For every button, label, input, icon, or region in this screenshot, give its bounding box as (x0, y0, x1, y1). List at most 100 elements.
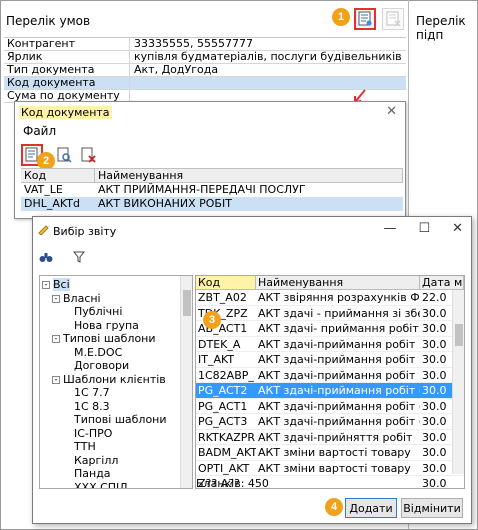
cell-name: АКТ ВИКОНАНИХ РОБІТ (98, 197, 232, 210)
tree-node[interactable]: - Власні (52, 292, 101, 305)
conditions-title: Перелік умов (6, 14, 91, 28)
grid-row[interactable]: Ярлик купівля будматеріалів, послуги буд… (4, 51, 406, 64)
tree-node[interactable]: Типові шаблони (74, 413, 167, 426)
tree-node[interactable]: Публічні (74, 305, 122, 318)
cell-code: DHL_AKTd (24, 197, 80, 210)
tree-node[interactable]: Нова група (74, 319, 139, 332)
tree-node[interactable]: ХХХ СПІЛ (74, 481, 128, 489)
cell-code: IT_AKT (198, 353, 235, 366)
step-badge-1: 1 (332, 8, 350, 26)
list-row[interactable]: PG_ACT3 АКТ здачі-приймання робіт (... 30.… (196, 414, 464, 430)
signers-title: Перелік підп (416, 14, 466, 42)
doc-code-table: Код Найменування VAT_LE АКТ ПРИЙМАННЯ-ПЕ… (21, 168, 403, 211)
list-scrollbar[interactable] (452, 290, 464, 474)
grid-row[interactable]: Контрагент 33335555, 55557777 (4, 38, 406, 51)
delete-document-button[interactable] (77, 144, 99, 166)
tree-node[interactable]: - Шаблони клієнтів (52, 373, 166, 386)
table-header: Код Найменування (21, 169, 403, 183)
cell-name: АКТ здачі-приймання робіт (... (258, 399, 420, 413)
add-button[interactable]: Додати (345, 498, 397, 518)
list-row[interactable]: PG_ACT1 АКТ здачі-приймання робіт (... 30.… (196, 399, 464, 414)
list-row[interactable]: OPTI_AKT АКТ зміни вартості товару 30.0 (196, 461, 464, 476)
grid-key: Тип документа (4, 64, 130, 76)
grid-key: Ярлик (4, 51, 130, 63)
tree-node[interactable]: Каргілл (74, 454, 118, 467)
tree-node[interactable]: ТТН (74, 440, 96, 453)
document-list-icon (358, 11, 372, 26)
close-icon[interactable]: ✕ (386, 104, 397, 119)
scroll-thumb[interactable] (183, 290, 191, 316)
conditions-grid: Контрагент 33335555, 55557777 Ярлик купі… (4, 37, 406, 103)
list-row[interactable]: 1C82ABP_ АКТ здачі-приймання робіт 30.0 (196, 368, 464, 383)
tree-node[interactable]: Договори (74, 359, 129, 372)
cell-code: RKTKAZPR (198, 430, 256, 444)
tree-node[interactable]: - Типові шаблони (52, 332, 156, 345)
list-row[interactable]: AB_ACT1 АКТ здачі- приймання робіт 30.0 (196, 321, 464, 337)
menu-file[interactable]: Файл (23, 124, 56, 138)
maximize-icon[interactable]: ☐ (418, 221, 430, 236)
column-header-date[interactable]: Дата м (420, 276, 464, 289)
list-row-selected[interactable]: PG_ACT2 АКТ здачі-приймання робіт (... 30.… (196, 383, 464, 399)
cell-code: PG_ACT1 (198, 399, 248, 413)
cancel-button[interactable]: Відмінити (401, 498, 463, 518)
report-dialog-title: Вибір звіту (53, 225, 117, 238)
tree-node-root[interactable]: - Всі (42, 278, 70, 291)
cell-code: OPTI_AKT (198, 461, 250, 475)
collapse-icon[interactable]: - (52, 375, 60, 384)
column-header-code[interactable]: Код (21, 169, 95, 182)
step-badge-3: 3 (203, 311, 221, 329)
collapse-icon[interactable]: - (42, 281, 50, 289)
column-header-code[interactable]: Код (196, 276, 256, 289)
list-row[interactable]: RKTKAZPR АКТ здачі-прийняття робіт 30.0 (196, 430, 464, 445)
collapse-icon[interactable]: - (52, 294, 60, 303)
doc-code-dialog: Код документа ✕ Файл 2 Код Найменування … (14, 101, 406, 219)
search-document-button[interactable] (53, 144, 75, 166)
clear-list-button[interactable] (382, 8, 404, 30)
cell-name (256, 476, 420, 488)
cell-name: АКТ зміни вартості товару (258, 446, 411, 459)
cell-name: АКТ здачі- приймання робіт (258, 322, 419, 335)
tree-scrollbar[interactable] (180, 276, 192, 488)
template-count: Бланків: 450 (196, 477, 269, 490)
tree-node[interactable]: 1С 8.3 (74, 400, 110, 413)
open-list-button[interactable] (354, 8, 376, 30)
cell-code: ZBT_A02 (198, 291, 247, 304)
filter-icon[interactable] (73, 251, 85, 263)
column-header-name[interactable]: Найменування (95, 169, 403, 182)
cell-name: АКТ здачі - приймання зі збе... (258, 306, 420, 320)
window-controls: — ☐ ✕ (383, 221, 463, 236)
cell-name: АКТ здачі-прийняття робіт (258, 430, 413, 444)
step-badge-4: 4 (325, 498, 343, 516)
column-header-name[interactable]: Найменування (256, 276, 420, 289)
tree-node[interactable]: IC-ПРО (74, 427, 112, 440)
cell-code: 1C82ABP_ (198, 368, 254, 382)
scroll-thumb[interactable] (455, 324, 463, 346)
cell-name: АКТ здачі-приймання робіт (258, 353, 416, 366)
cell-name: АКТ звіряння розрахунків Ф (258, 291, 420, 304)
pencil-icon (38, 225, 49, 235)
cell-code: BADM_AKT (198, 446, 256, 459)
report-select-dialog: Вибір звіту — ☐ ✕ - Всі - Власні Публічні … (32, 216, 472, 524)
list-row[interactable]: TDK_ZPZ АКТ здачі - приймання зі збе... 30… (196, 306, 464, 321)
cell-name: АКТ ПРИЙМАННЯ-ПЕРЕДАЧІ ПОСЛУГ (98, 183, 306, 196)
cell-name: АКТ здачі-приймання робіт (258, 337, 416, 351)
list-row[interactable]: BADM_AKT АКТ зміни вартості товару 30.0 (196, 445, 464, 461)
tree-node[interactable]: Панда (74, 467, 111, 480)
tree-node[interactable]: M.E.DOC (74, 346, 122, 359)
list-row[interactable]: DTEK_A АКТ здачі-приймання робіт 30.0 (196, 337, 464, 352)
cell-name: АКТ здачі-приймання робіт (... (258, 384, 420, 397)
grid-row-selected[interactable]: Код документа (4, 77, 406, 90)
collapse-icon[interactable]: - (52, 335, 60, 343)
list-row[interactable]: IT_AKT АКТ здачі-приймання робіт 30.0 (196, 352, 464, 368)
close-icon[interactable]: ✕ (452, 221, 463, 236)
list-row[interactable]: ZBT_A02 АКТ звіряння розрахунків Ф 22.0 (196, 290, 464, 306)
tree-node[interactable]: 1С 7.7 (74, 386, 110, 399)
table-row-selected[interactable]: DHL_AKTd АКТ ВИКОНАНИХ РОБІТ (21, 197, 403, 211)
grid-row[interactable]: Тип документа Акт, ДодУгода (4, 64, 406, 77)
cell-date: 30.0 (422, 477, 447, 489)
list-header: Код Найменування Дата м (196, 276, 464, 290)
table-row[interactable]: VAT_LE АКТ ПРИЙМАННЯ-ПЕРЕДАЧІ ПОСЛУГ (21, 183, 403, 197)
grid-value: купівля будматеріалів, послуги будівельн… (134, 51, 402, 63)
minimize-icon[interactable]: — (383, 221, 396, 236)
binoculars-icon[interactable] (39, 251, 53, 263)
